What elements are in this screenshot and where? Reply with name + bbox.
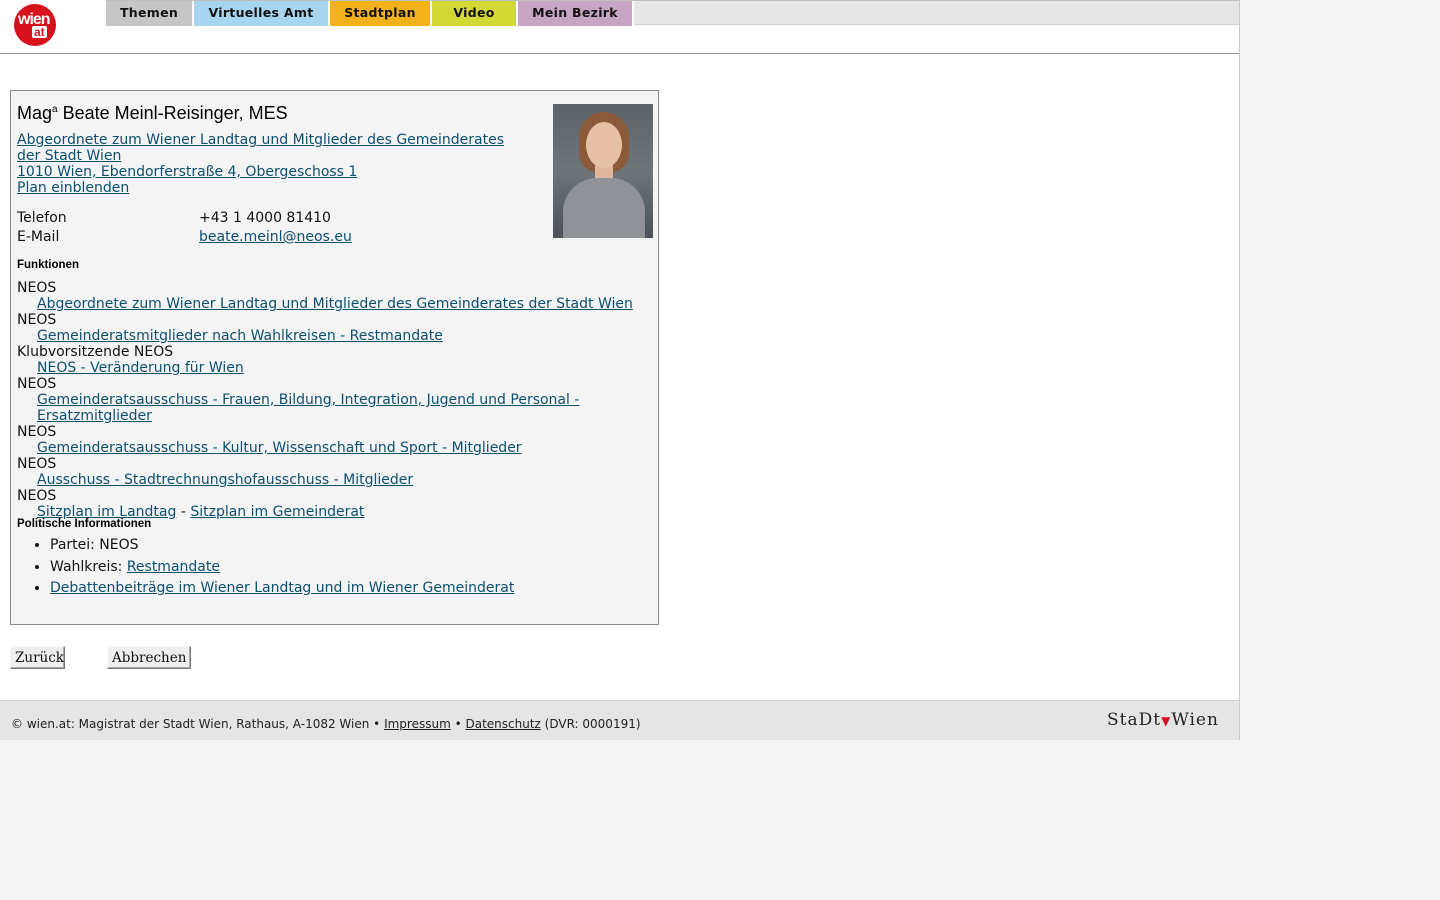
political-info-heading: Politische Informationen [17,518,152,530]
logo-text-at: at [32,25,47,39]
impressum-link[interactable]: Impressum [384,717,451,731]
debate-item: Debattenbeiträge im Wiener Landtag und i… [50,578,514,600]
footer-copyright: © wien.at: Magistrat der Stadt Wien, Rat… [11,717,385,731]
person-name: Maga Beate Meinl-Reisinger, MES [17,103,288,124]
plan-link[interactable]: Plan einblenden [17,180,507,196]
tab-mein-bezirk[interactable]: Mein Bezirk [518,1,634,26]
name-prefix: Mag [17,103,53,123]
function-link[interactable]: NEOS - Veränderung für Wien [17,360,658,376]
footer-text: © wien.at: Magistrat der Stadt Wien, Rat… [11,717,641,731]
page: wien at Themen Virtuelles Amt Stadtplan … [0,0,1240,740]
function-link[interactable]: Abgeordnete zum Wiener Landtag und Mitgl… [17,296,658,312]
district-link[interactable]: Restmandate [127,559,220,575]
email-link[interactable]: beate.meinl@neos.eu [199,229,352,245]
party-item: Partei: NEOS [50,535,514,557]
function-party: NEOS [17,424,57,440]
tab-stadtplan[interactable]: Stadtplan [330,1,432,26]
function-party: NEOS [17,312,57,328]
name-rest: Beate Meinl-Reisinger, MES [57,103,288,123]
wien-at-logo[interactable]: wien at [14,4,56,46]
phone-label: Telefon [17,210,67,226]
footer: © wien.at: Magistrat der Stadt Wien, Rat… [0,700,1239,740]
header: wien at Themen Virtuelles Amt Stadtplan … [0,0,1239,54]
political-info-list: Partei: NEOS Wahlkreis: Restmandate Deba… [17,535,514,600]
seat-plan-gemeinderat-link[interactable]: Sitzplan im Gemeinderat [190,504,364,520]
brand-right: Wien [1171,710,1219,730]
function-party: NEOS [17,280,57,296]
contact-block: Telefon +43 1 4000 81410 E-Mail beate.me… [17,210,537,248]
address-link[interactable]: 1010 Wien, Ebendorferstraße 4, Obergesch… [17,164,507,180]
datenschutz-link[interactable]: Datenschutz [465,717,540,731]
functions-heading: Funktionen [17,259,79,271]
function-party: NEOS [17,456,57,472]
footer-dvr: (DVR: 0000191) [540,717,641,731]
cancel-button[interactable]: Abbrechen [107,646,191,669]
footer-separator: • [450,717,466,731]
photo-face [586,122,622,168]
function-link[interactable]: Gemeinderatsausschuss - Kultur, Wissensc… [17,440,658,456]
seat-plan-separator: - [176,504,191,520]
back-button[interactable]: Zurück [10,646,65,669]
person-card: Maga Beate Meinl-Reisinger, MES Abgeordn… [10,90,659,625]
organization-link[interactable]: Abgeordnete zum Wiener Landtag und Mitgl… [17,132,507,164]
phone-row: Telefon +43 1 4000 81410 [17,210,537,229]
function-party: NEOS [17,376,57,392]
district-label: Wahlkreis: [50,558,127,575]
district-item: Wahlkreis: Restmandate [50,557,514,579]
tab-themen[interactable]: Themen [106,1,194,26]
email-row: E-Mail beate.meinl@neos.eu [17,229,537,248]
photo-body [563,178,645,238]
organization-block: Abgeordnete zum Wiener Landtag und Mitgl… [17,132,507,196]
function-party: NEOS [17,488,57,504]
stadt-wien-logo[interactable]: StaDt▼Wien [1107,710,1219,730]
tab-video[interactable]: Video [432,1,518,26]
shield-icon: ▼ [1161,714,1172,728]
function-link[interactable]: Ausschuss - Stadtrechnungshofausschuss -… [17,472,658,488]
person-photo [553,104,653,238]
main-nav: Themen Virtuelles Amt Stadtplan Video Me… [106,0,1239,26]
functions-list: NEOS Abgeordnete zum Wiener Landtag und … [17,280,658,520]
debate-link[interactable]: Debattenbeiträge im Wiener Landtag und i… [50,580,514,596]
function-link[interactable]: Gemeinderatsmitglieder nach Wahlkreisen … [17,328,658,344]
function-party: Klubvorsitzende NEOS [17,344,174,360]
function-link[interactable]: Gemeinderatsausschuss - Frauen, Bildung,… [17,392,658,424]
tab-virtuelles-amt[interactable]: Virtuelles Amt [194,1,330,26]
brand-left: StaDt [1107,710,1162,730]
phone-value: +43 1 4000 81410 [199,210,331,226]
email-label: E-Mail [17,229,60,245]
